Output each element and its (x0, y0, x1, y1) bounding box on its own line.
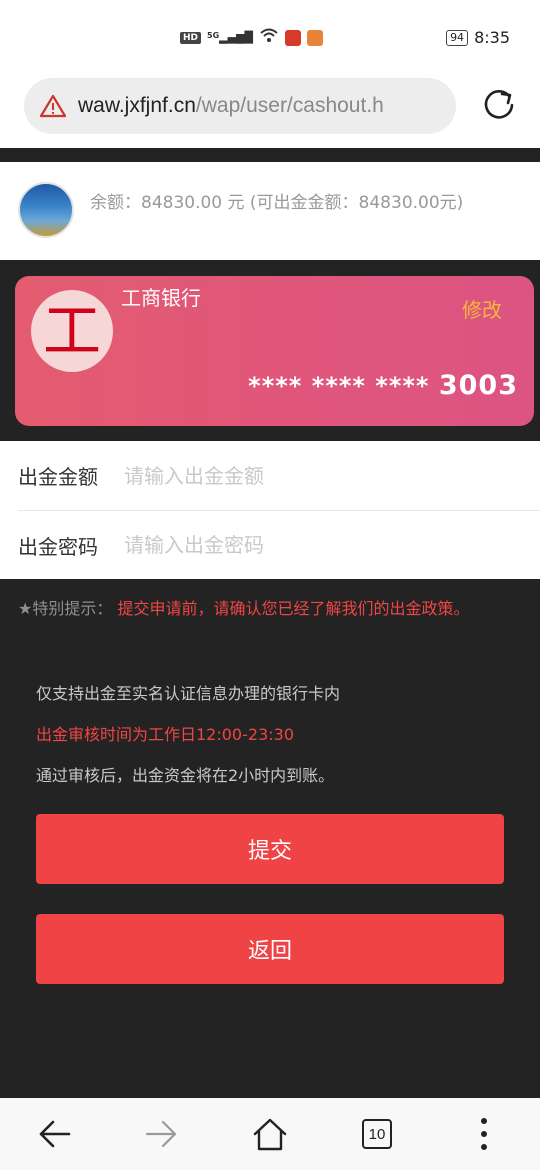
status-icons: HD 5G▂▄▆█ (180, 28, 323, 47)
home-icon[interactable] (248, 1112, 292, 1156)
forward-arrow-icon[interactable] (140, 1112, 184, 1156)
status-right: 94 8:35 (446, 28, 510, 47)
cashout-form: 出金金额 出金密码 (0, 441, 540, 579)
password-label: 出金密码 (18, 534, 98, 559)
browser-bottom-nav: 10 (0, 1098, 540, 1170)
hd-badge: HD (180, 31, 202, 44)
bank-logo: 工 (31, 290, 113, 372)
info-line-hours: 出金审核时间为工作日12:00-23:30 (36, 725, 294, 744)
status-bar: HD 5G▂▄▆█ 94 8:35 (0, 0, 540, 76)
amount-label: 出金金额 (18, 465, 98, 489)
warning-icon (40, 94, 66, 118)
info-line: 通过审核后，出金资金将在2小时内到账。 (36, 766, 335, 785)
reload-icon[interactable] (480, 86, 518, 124)
submit-button[interactable]: 提交 (36, 814, 504, 884)
time: 8:35 (474, 28, 510, 47)
app-notification-icon (307, 29, 323, 46)
browser-address-bar: waw.jxfjnf.cn/wap/user/cashout.h (0, 76, 540, 148)
app-notification-icon (285, 29, 301, 46)
tab-count: 10 (362, 1119, 392, 1149)
card-mask: **** **** **** (248, 372, 439, 400)
more-menu-icon[interactable] (462, 1112, 506, 1156)
special-notice: ★特别提示： 提交申请前，请确认您已经了解我们的出金政策。 (18, 596, 508, 622)
notice-text: 提交申请前，请确认您已经了解我们的出金政策。 (117, 599, 470, 618)
divider (0, 148, 540, 162)
battery-icon: 94 (446, 29, 469, 46)
balance-section: 余额：84830.00 元 (可出金金额：84830.00元) (0, 162, 540, 260)
password-row: 出金密码 (18, 510, 540, 579)
signal-icon: 5G▂▄▆█ (207, 31, 253, 44)
amount-row: 出金金额 (0, 441, 540, 510)
card-number: **** **** **** 3003 (248, 370, 518, 401)
balance-text: 余额：84830.00 元 (可出金金额：84830.00元) (90, 193, 464, 213)
back-button[interactable]: 返回 (36, 914, 504, 984)
tabs-icon[interactable]: 10 (355, 1112, 399, 1156)
bank-card: 工 工商银行 修改 **** **** **** 3003 (15, 276, 534, 426)
url-text: waw.jxfjnf.cn/wap/user/cashout.h (78, 94, 384, 117)
info-line: 仅支持出金至实名认证信息办理的银行卡内 (36, 684, 341, 703)
edit-card-link[interactable]: 修改 (462, 294, 502, 323)
avatar (18, 182, 74, 238)
wifi-icon (259, 28, 279, 47)
back-arrow-icon[interactable] (32, 1112, 76, 1156)
card-last4: 3003 (438, 370, 518, 401)
bank-name: 工商银行 (121, 286, 201, 310)
url-field[interactable]: waw.jxfjnf.cn/wap/user/cashout.h (24, 78, 456, 134)
amount-input[interactable] (124, 463, 464, 488)
password-input[interactable] (124, 533, 464, 557)
notice-prefix: ★特别提示： (18, 599, 113, 618)
